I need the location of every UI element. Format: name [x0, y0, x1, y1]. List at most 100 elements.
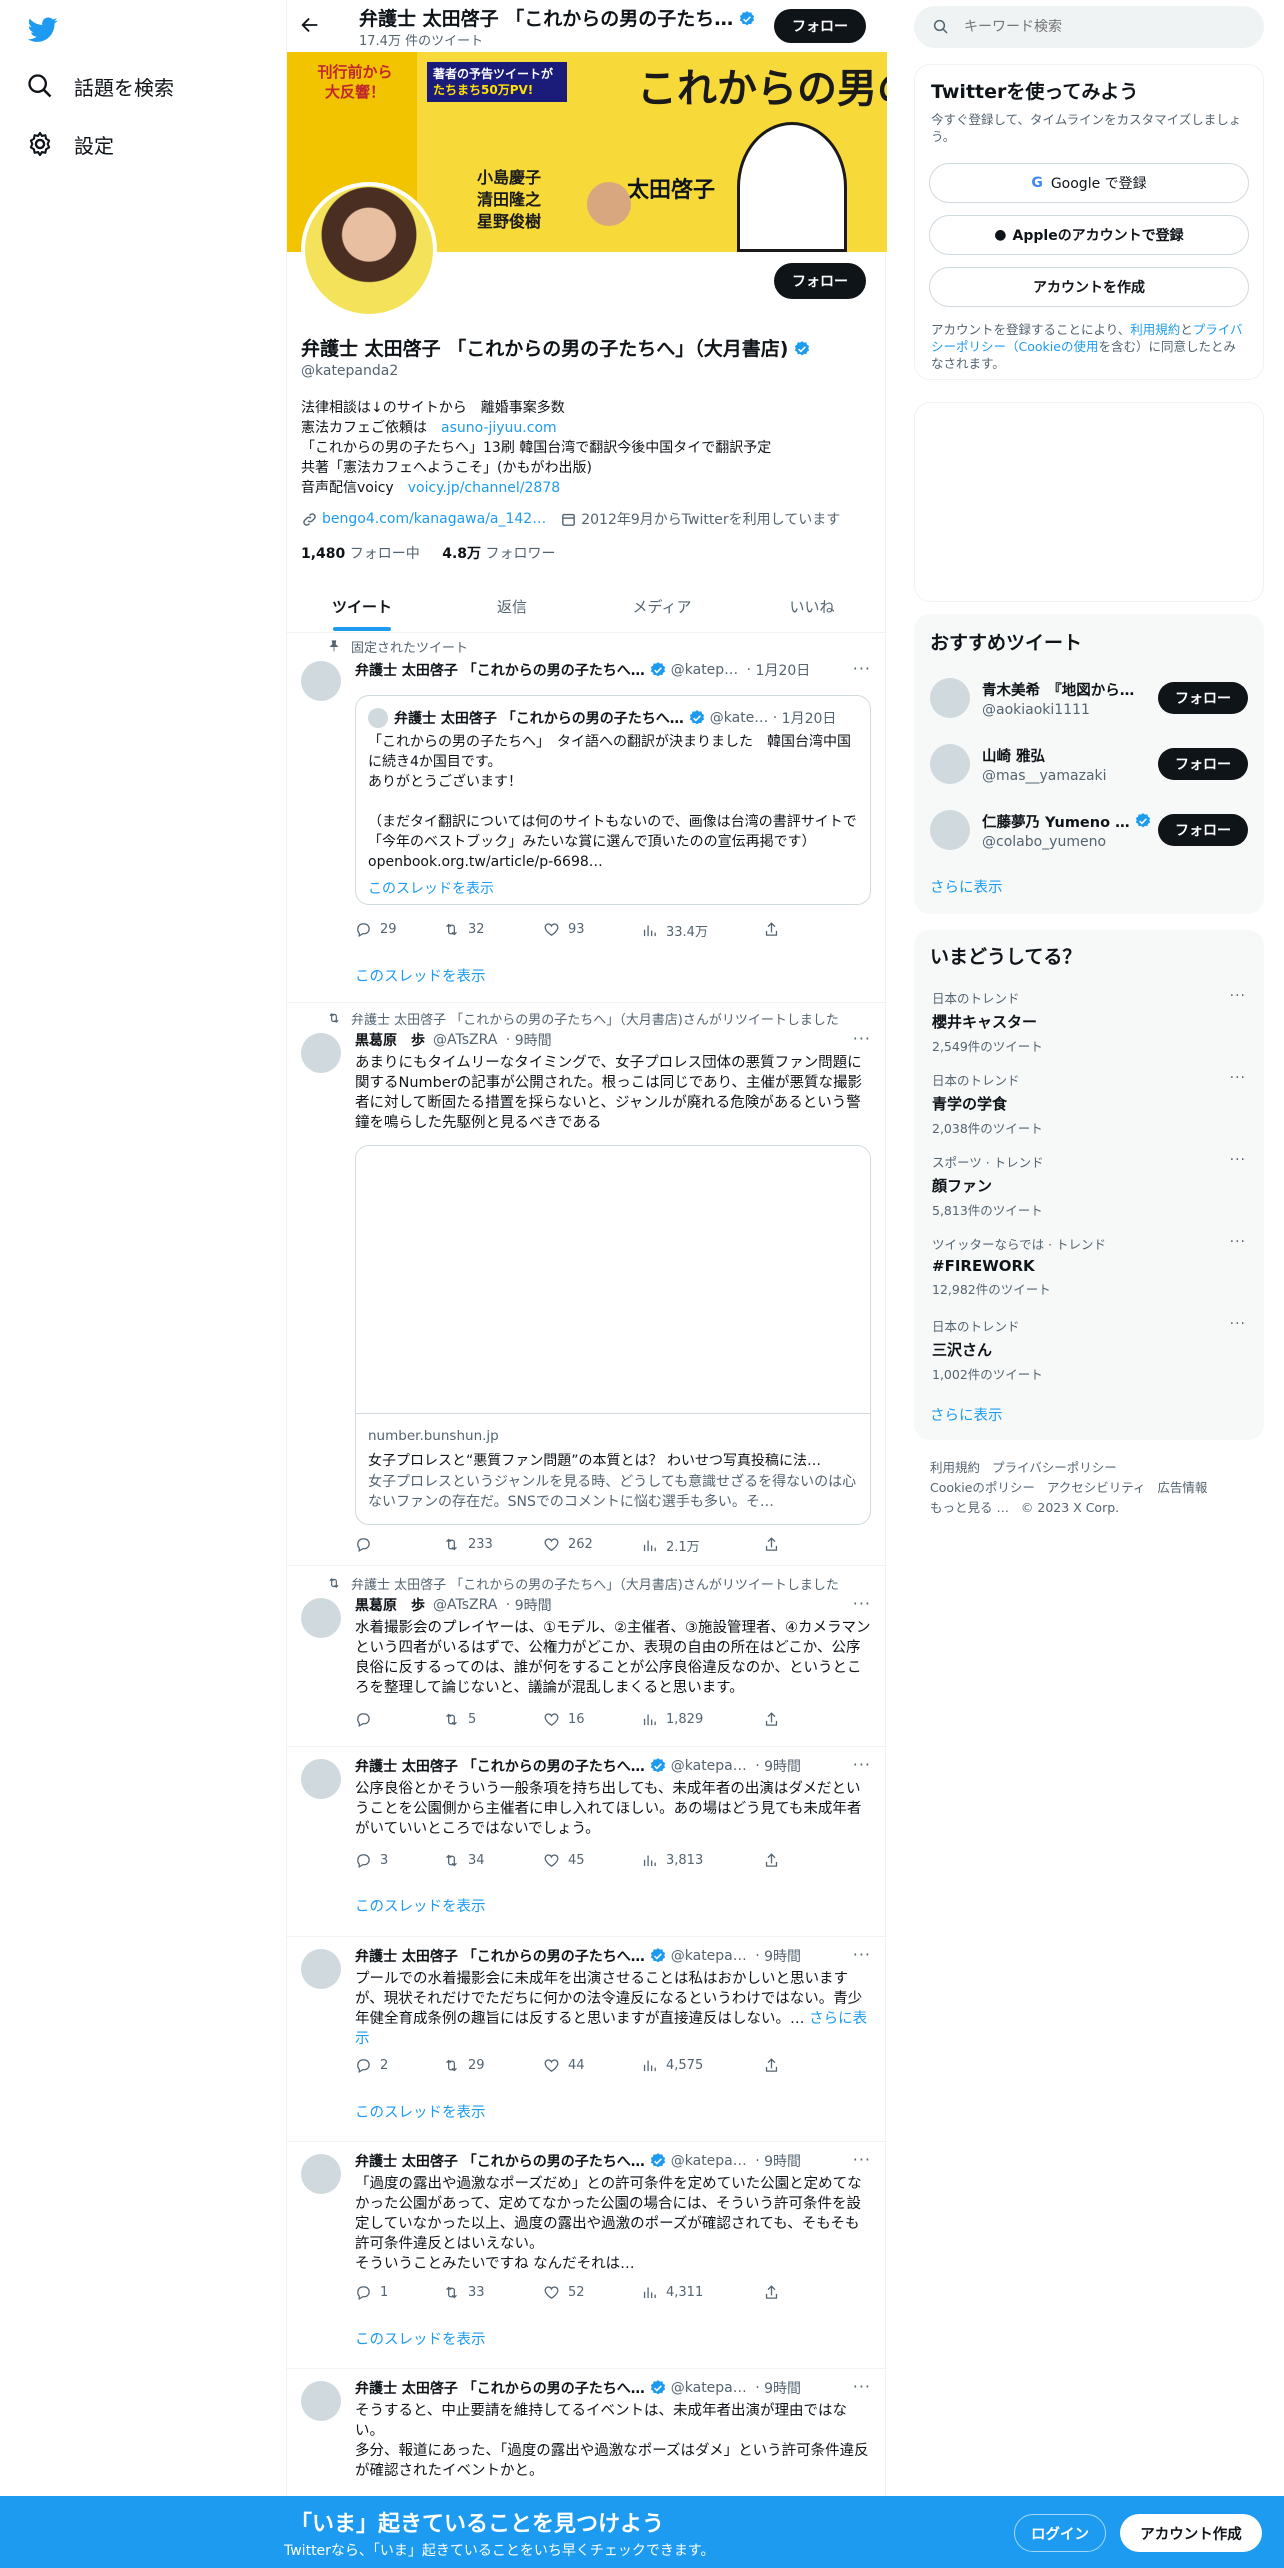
views-button[interactable]: 4,575 — [641, 2057, 703, 2074]
tab-tweets[interactable]: ツイート — [287, 580, 437, 632]
like-button[interactable]: 45 — [543, 1852, 585, 1869]
reply-button[interactable] — [355, 1536, 380, 1553]
twitter-bird-icon[interactable] — [26, 14, 60, 44]
followers-link[interactable]: 4.8万 フォロワー — [442, 546, 555, 562]
reply-button[interactable]: 3 — [355, 1852, 388, 1869]
tab-media[interactable]: メディア — [587, 580, 737, 632]
recommended-show-more[interactable]: さらに表示 — [930, 876, 1003, 897]
recommended-user-3[interactable]: 仁藤夢乃 Yumeno … @colabo_yumeno フォロー — [930, 802, 1248, 858]
bio-link-kenpou-cafe[interactable]: asuno-jiyuu.com — [441, 420, 557, 436]
create-account-button[interactable]: アカウントを作成 — [929, 267, 1249, 307]
tweet-author-name[interactable]: 弁護士 太田啓子 「これからの男の子たちへ… — [355, 1756, 645, 1776]
nav-explore[interactable]: 話題を検索 — [26, 64, 174, 108]
like-button[interactable]: 262 — [543, 1536, 593, 1553]
tweet-author-name[interactable]: 弁護士 太田啓子 「これからの男の子たちへ… — [355, 2378, 645, 2398]
more-options-icon[interactable]: ··· — [853, 1594, 871, 1613]
follow-button[interactable]: フォロー — [1158, 682, 1248, 714]
retweet-button[interactable]: 5 — [443, 1711, 476, 1728]
show-thread-link[interactable]: このスレッドを表示 — [355, 2328, 486, 2349]
share-button[interactable] — [763, 1711, 788, 1728]
trend-item[interactable]: 日本のトレンド 三沢さん 1,002件のツイート ··· — [932, 1316, 1246, 1386]
reply-button[interactable]: 1 — [355, 2284, 388, 2301]
profile-avatar[interactable] — [301, 182, 437, 318]
following-link[interactable]: 1,480 フォロー中 — [301, 546, 420, 562]
views-button[interactable]: 1,829 — [641, 1711, 703, 1728]
tweet-time[interactable]: 1月20日 — [756, 660, 811, 680]
tweet-author-name[interactable]: 弁護士 太田啓子 「これからの男の子たちへ… — [355, 660, 645, 680]
trend-item[interactable]: 日本のトレンド 青学の学食 2,038件のツイート ··· — [932, 1070, 1246, 1140]
footer-link-cookie[interactable]: Cookieのポリシー — [930, 1480, 1035, 1495]
views-button[interactable]: 3,813 — [641, 1852, 703, 1869]
quoted-tweet[interactable]: 弁護士 太田啓子 「これからの男の子たちへ… @kate… · 1月20日 「こ… — [355, 695, 871, 905]
login-button[interactable]: ログイン — [1014, 2514, 1106, 2552]
search-input[interactable] — [964, 19, 1244, 35]
like-button[interactable]: 16 — [543, 1711, 585, 1728]
back-arrow-icon[interactable] — [299, 14, 323, 38]
recommended-user-2[interactable]: 山崎 雅弘 @mas__yamazaki フォロー — [930, 736, 1248, 792]
more-options-icon[interactable]: ··· — [1230, 988, 1246, 1004]
like-button[interactable]: 93 — [543, 921, 585, 938]
more-options-icon[interactable]: ··· — [1230, 1152, 1246, 1168]
share-button[interactable] — [763, 1852, 788, 1869]
show-thread-link[interactable]: このスレッドを表示 — [355, 2101, 486, 2122]
bio-link-voicy[interactable]: voicy.jp/channel/2878 — [408, 480, 560, 496]
share-button[interactable] — [763, 2284, 788, 2301]
trends-show-more[interactable]: さらに表示 — [930, 1404, 1003, 1425]
show-thread-link[interactable]: このスレッドを表示 — [355, 1895, 486, 1916]
recommended-user-1[interactable]: 青木美希 『地図から… @aokiaoki1111 フォロー — [930, 670, 1248, 726]
retweet-button[interactable]: 29 — [443, 2057, 485, 2074]
show-thread-link[interactable]: このスレッドを表示 — [355, 965, 486, 986]
more-options-icon[interactable]: ··· — [1230, 1234, 1246, 1250]
reply-button[interactable]: 29 — [355, 921, 397, 938]
tweet-time[interactable]: 9時間 — [764, 2151, 801, 2171]
follow-button[interactable]: フォロー — [1158, 814, 1248, 846]
retweet-button[interactable]: 32 — [443, 921, 485, 938]
tab-replies[interactable]: 返信 — [437, 580, 587, 632]
more-options-icon[interactable]: ··· — [853, 1945, 871, 1964]
more-options-icon[interactable]: ··· — [1230, 1070, 1246, 1086]
quoted-thread-link[interactable]: このスレッドを表示 — [368, 878, 494, 898]
terms-link[interactable]: 利用規約 — [1130, 322, 1180, 337]
tweet-author-name[interactable]: 黒葛原 歩 — [355, 1030, 425, 1050]
tweet-time[interactable]: 9時間 — [515, 1595, 552, 1615]
bottom-signup-button[interactable]: アカウント作成 — [1120, 2514, 1262, 2552]
tweet-thread-2[interactable]: 弁護士 太田啓子 「これからの男の子たちへ… @katepa… · 9時間 ··… — [287, 1937, 887, 2142]
profile-website-link[interactable]: bengo4.com/kanagawa/a_142… — [322, 511, 546, 527]
share-button[interactable] — [763, 921, 788, 938]
tweet-pinned[interactable]: 固定されたツイート 弁護士 太田啓子 「これからの男の子たちへ… @katep…… — [287, 633, 887, 1003]
profile-follow-button[interactable]: フォロー — [774, 263, 866, 299]
footer-link-terms[interactable]: 利用規約 — [930, 1460, 980, 1475]
tweet-author-avatar[interactable] — [301, 1759, 341, 1799]
footer-link-accessibility[interactable]: アクセシビリティ — [1047, 1480, 1146, 1495]
more-options-icon[interactable]: ··· — [853, 659, 871, 678]
header-follow-button[interactable]: フォロー — [774, 9, 866, 43]
retweet-button[interactable]: 34 — [443, 1852, 485, 1869]
apple-signup-button[interactable]: ● Appleのアカウントで登録 — [929, 215, 1249, 255]
views-button[interactable]: 33.4万 — [641, 921, 708, 940]
tweet-author-avatar[interactable] — [301, 2381, 341, 2421]
retweet-button[interactable]: 233 — [443, 1536, 493, 1553]
tweet-retweet-card[interactable]: 弁護士 太田啓子 「これからの男の子たちへ」（大月書店)さんがリツイートしました… — [287, 1003, 887, 1566]
trend-item[interactable]: スポーツ · トレンド 顔ファン 5,813件のツイート ··· — [932, 1152, 1246, 1222]
tweet-author-name[interactable]: 弁護士 太田啓子 「これからの男の子たちへ… — [355, 1946, 645, 1966]
views-button[interactable]: 2.1万 — [641, 1536, 700, 1555]
search-box[interactable] — [914, 6, 1264, 48]
tweet-thread-1[interactable]: 弁護士 太田啓子 「これからの男の子たちへ… @katepa… · 9時間 ··… — [287, 1747, 887, 1937]
tweet-time[interactable]: 9時間 — [764, 1756, 801, 1776]
more-options-icon[interactable]: ··· — [1230, 1316, 1246, 1332]
tweet-author-avatar[interactable] — [301, 1949, 341, 1989]
tweet-time[interactable]: 9時間 — [764, 1946, 801, 1966]
more-options-icon[interactable]: ··· — [853, 1029, 871, 1048]
retweet-button[interactable]: 33 — [443, 2284, 485, 2301]
footer-link-ads[interactable]: 広告情報 — [1157, 1480, 1207, 1495]
tweet-author-name[interactable]: 弁護士 太田啓子 「これからの男の子たちへ… — [355, 2151, 645, 2171]
reply-button[interactable] — [355, 1711, 380, 1728]
nav-settings[interactable]: 設定 — [26, 122, 114, 166]
tweet-thread-4[interactable]: 弁護士 太田啓子 「これからの男の子たちへ… @katepa… · 9時間 ··… — [287, 2369, 887, 2499]
link-card[interactable]: number.bunshun.jp 女子プロレスと“悪質ファン問題”の本質とは？… — [355, 1145, 871, 1525]
share-button[interactable] — [763, 2057, 788, 2074]
footer-link-more[interactable]: もっと見る … — [930, 1500, 1009, 1515]
tweet-author-avatar[interactable] — [301, 2154, 341, 2194]
tweet-author-avatar[interactable] — [301, 661, 341, 701]
tweet-thread-3[interactable]: 弁護士 太田啓子 「これからの男の子たちへ… @katepa… · 9時間 ··… — [287, 2142, 887, 2369]
